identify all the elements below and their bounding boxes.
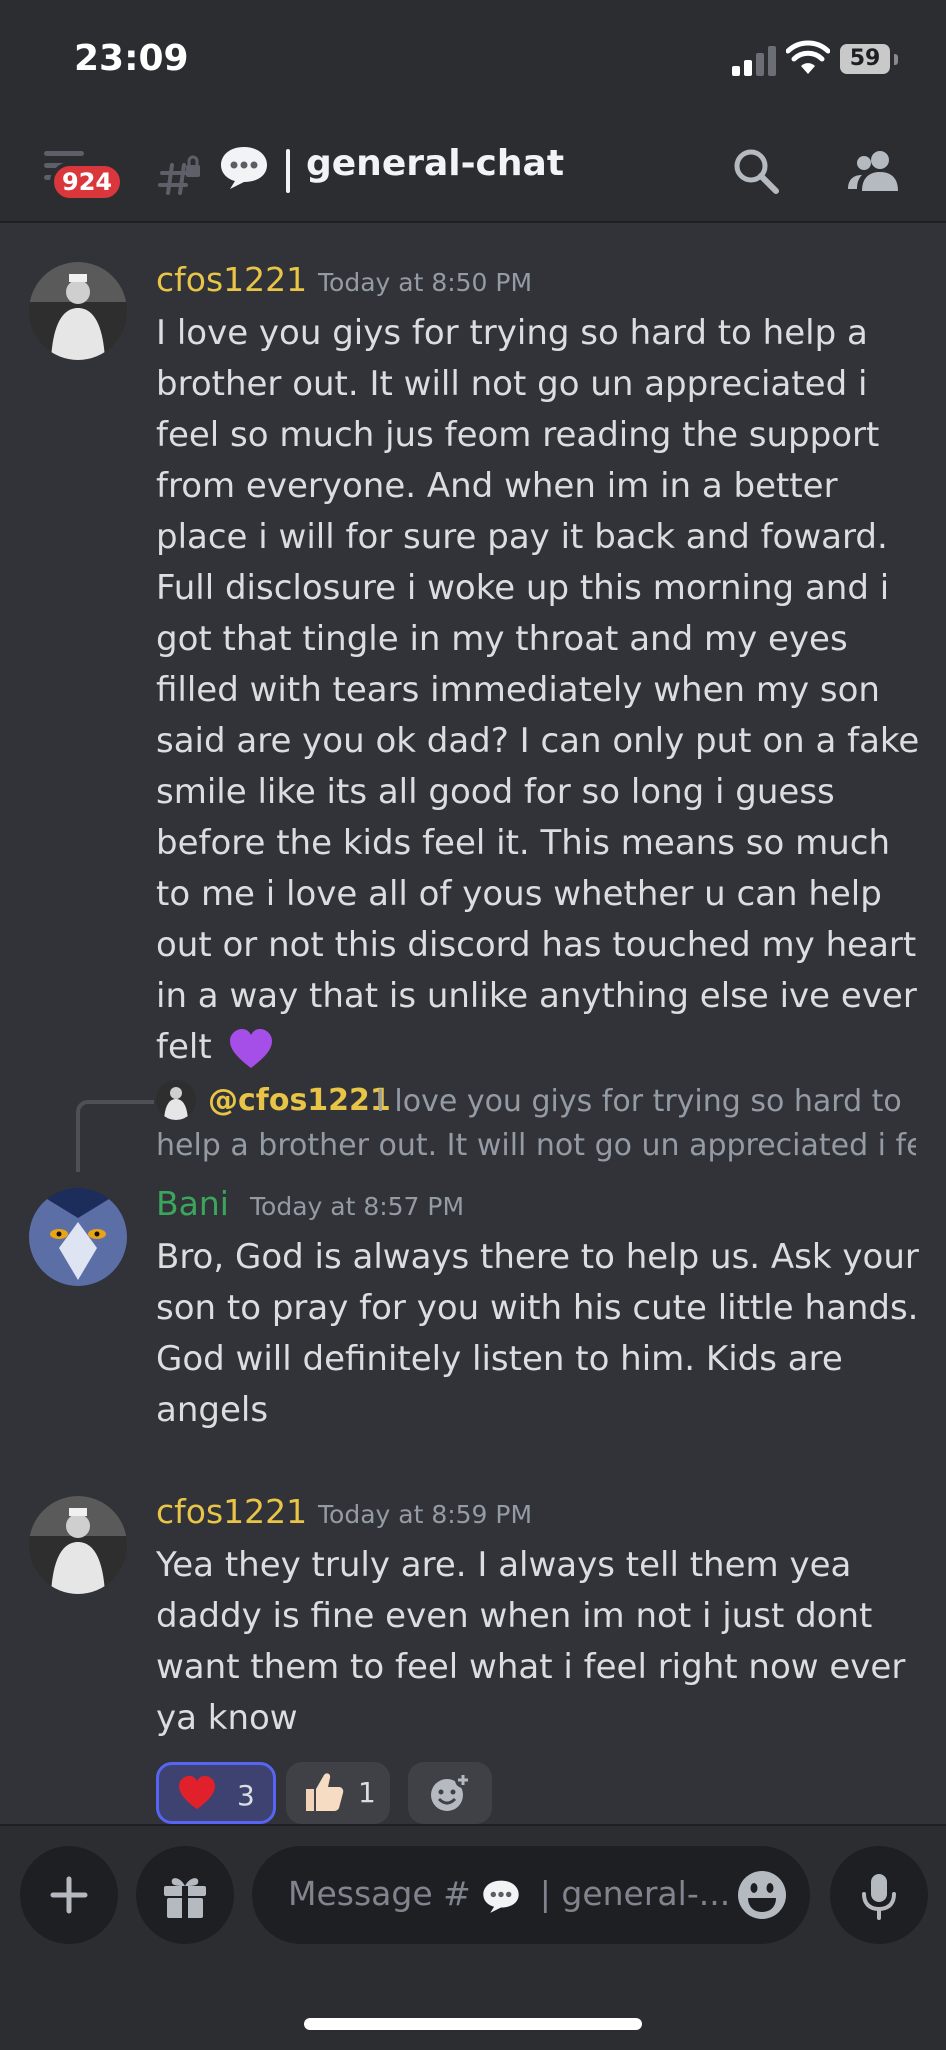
reaction-heart[interactable]: 3 — [156, 1762, 276, 1824]
gift-icon — [164, 1878, 206, 1918]
message-input[interactable]: Message # | general-... — [252, 1846, 810, 1944]
status-time: 23:09 — [74, 38, 189, 79]
speech-bubble-icon — [221, 147, 267, 189]
avatar[interactable] — [29, 1496, 127, 1594]
add-reaction-icon — [431, 1772, 471, 1811]
timestamp: Today at 8:59 PM — [318, 1500, 533, 1529]
reply-connector — [76, 1100, 154, 1172]
message-composer: Message # | general-... — [0, 1824, 946, 2050]
message-content: I love you giys for trying so hard to he… — [156, 308, 926, 1073]
reaction-count: 1 — [358, 1776, 376, 1809]
channel-name-separator — [286, 149, 290, 193]
reply-preview-text[interactable]: help a brother out. It will not go un ap… — [156, 1128, 916, 1163]
timestamp: Today at 8:57 PM — [250, 1192, 465, 1221]
microphone-icon — [862, 1874, 896, 1920]
gift-button[interactable] — [136, 1846, 234, 1944]
reply-avatar — [156, 1080, 196, 1120]
avatar[interactable] — [29, 1188, 127, 1286]
add-reaction-button[interactable] — [408, 1762, 492, 1824]
username[interactable]: cfos1221 — [156, 260, 307, 299]
reaction-thumbs-up[interactable]: 1 — [286, 1762, 390, 1824]
home-indicator[interactable] — [304, 2018, 642, 2030]
battery-level: 59 — [849, 46, 881, 71]
speech-bubble-icon — [483, 1880, 519, 1913]
message-text: I love you giys for trying so hard to he… — [156, 313, 920, 1067]
placeholder-text: | general-... — [539, 1874, 731, 1913]
message-text: Bro, God is always there to help us. Ask… — [156, 1237, 919, 1430]
message[interactable]: Bani Today at 8:57 PM Bro, God is always… — [0, 1184, 946, 1444]
red-heart-emoji-icon — [179, 1775, 215, 1810]
locked-channel-icon — [158, 155, 200, 195]
unread-badge: 924 — [50, 162, 125, 202]
reply-preview-text[interactable]: I love you giys for trying so hard to — [376, 1084, 902, 1119]
reaction-count: 3 — [237, 1779, 255, 1812]
avatar[interactable] — [29, 262, 127, 360]
wifi-icon — [786, 40, 830, 74]
channel-header: 924 general-chat — [0, 125, 946, 223]
attach-button[interactable] — [20, 1846, 118, 1944]
username[interactable]: Bani — [156, 1184, 229, 1223]
thumbs-up-emoji-icon — [306, 1773, 344, 1811]
emoji-icon[interactable] — [736, 1869, 788, 1921]
reply-mention[interactable]: @cfos1221 — [208, 1083, 391, 1118]
channel-name[interactable]: general-chat — [306, 143, 564, 184]
status-bar: 23:09 59 — [0, 0, 946, 125]
purple-heart-emoji-icon — [230, 1028, 273, 1068]
plus-icon — [50, 1876, 88, 1914]
message[interactable]: cfos1221 Today at 8:50 PM I love you giy… — [0, 260, 946, 1068]
placeholder-text: Message # — [288, 1874, 471, 1913]
message-text: Yea they truly are. I always tell them y… — [156, 1545, 906, 1738]
cellular-signal-icon — [732, 44, 776, 76]
battery-icon: 59 — [840, 44, 898, 76]
timestamp: Today at 8:50 PM — [318, 268, 533, 297]
username[interactable]: cfos1221 — [156, 1492, 307, 1531]
search-icon[interactable] — [730, 145, 782, 197]
message-placeholder: Message # | general-... — [288, 1874, 730, 1915]
members-icon[interactable] — [846, 145, 902, 197]
voice-message-button[interactable] — [830, 1846, 928, 1944]
